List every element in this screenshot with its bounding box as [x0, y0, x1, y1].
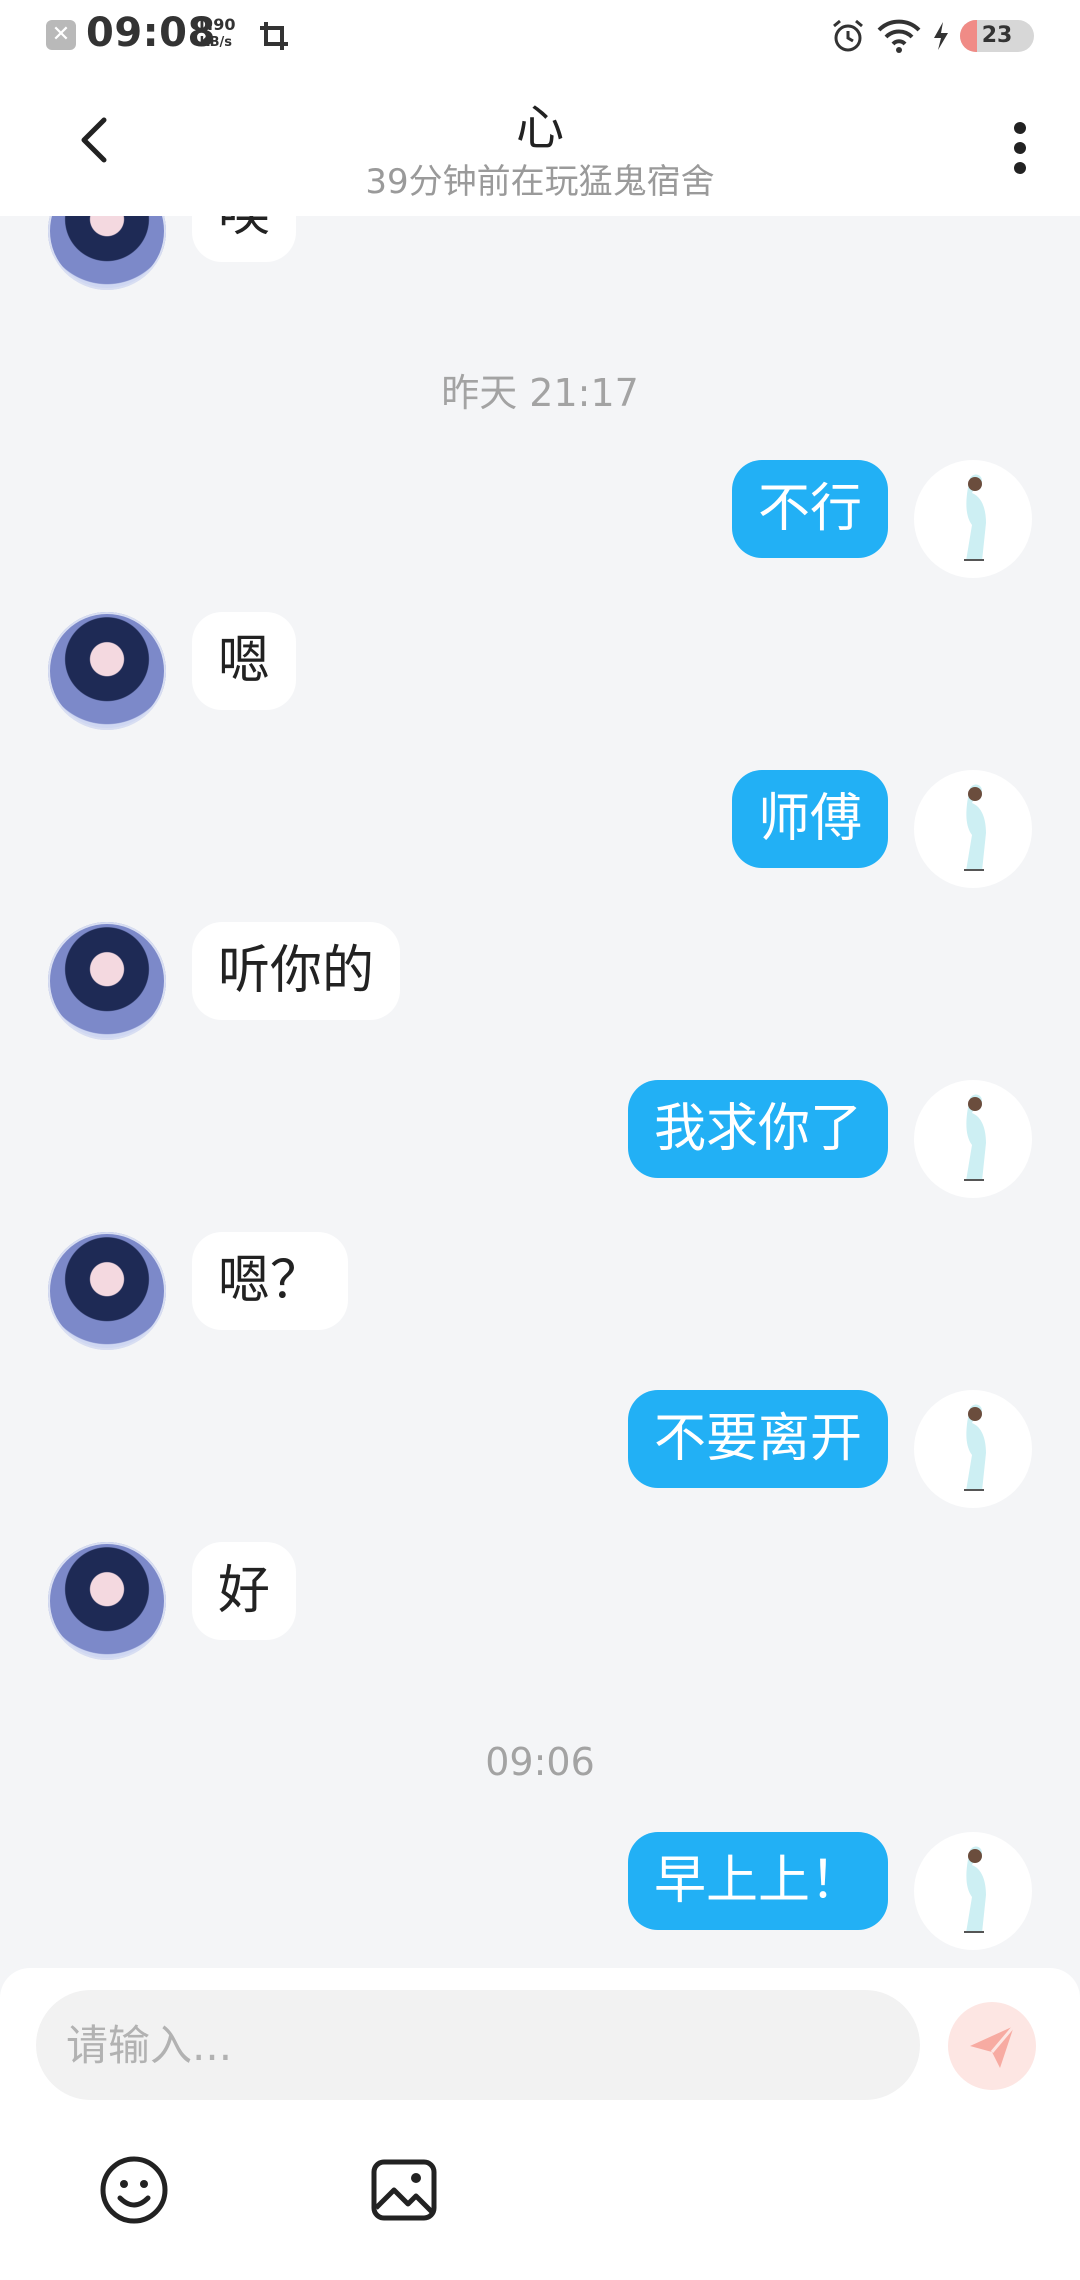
incoming-message[interactable]: 嗯？	[192, 1232, 349, 1330]
contact-avatar[interactable]	[48, 216, 166, 290]
battery-level: 23	[981, 23, 1013, 48]
my-avatar[interactable]	[914, 770, 1032, 888]
incoming-message[interactable]: 好	[192, 1542, 297, 1640]
message-input[interactable]	[36, 1990, 920, 2100]
close-notification-icon: ✕	[46, 20, 76, 50]
my-avatar[interactable]	[914, 1080, 1032, 1198]
my-avatar-illustration	[964, 474, 986, 561]
my-avatar[interactable]	[914, 1832, 1032, 1950]
image-icon[interactable]	[368, 2154, 440, 2226]
my-avatar-illustration	[964, 784, 986, 871]
alarm-icon	[833, 19, 863, 52]
time-separator: 昨天 21:17	[441, 371, 639, 415]
outgoing-message[interactable]: 早上上！	[627, 1832, 888, 1930]
my-avatar-illustration	[964, 1094, 986, 1181]
contact-avatar[interactable]	[48, 1232, 166, 1350]
battery-indicator: 23	[960, 20, 1034, 52]
contact-avatar[interactable]	[48, 922, 166, 1040]
status-bar: ✕ 09:08 1.90 KB/s 23	[0, 0, 1080, 72]
outgoing-message[interactable]: 我求你了	[627, 1080, 888, 1178]
paper-plane-icon	[970, 2025, 1016, 2068]
my-avatar-illustration	[964, 1404, 986, 1491]
outgoing-message[interactable]: 师傅	[731, 770, 888, 868]
message-composer	[0, 1968, 1080, 2280]
contact-name: 心	[515, 100, 564, 156]
status-right-group: 23	[830, 16, 1034, 56]
my-avatar[interactable]	[914, 1390, 1032, 1508]
message-list[interactable]: 唉 昨天 21:17 不行 嗯 师傅 听你的 我求你了 嗯？ 不要离开 好 09…	[0, 216, 1080, 1968]
network-speed: 1.90 KB/s	[196, 16, 235, 52]
time-separator: 09:06	[485, 1740, 595, 1784]
screenshot-icon	[260, 22, 288, 50]
emoji-icon[interactable]	[98, 2154, 170, 2226]
charging-icon	[934, 22, 948, 50]
network-speed-unit: KB/s	[199, 35, 232, 50]
outgoing-message[interactable]: 不行	[731, 460, 888, 558]
incoming-message[interactable]: 嗯	[192, 612, 297, 710]
contact-avatar[interactable]	[48, 1542, 166, 1660]
chat-header: 心 39分钟前在玩猛鬼宿舍	[0, 72, 1080, 216]
more-options-icon[interactable]	[1012, 118, 1028, 178]
incoming-message[interactable]: 唉	[192, 216, 297, 262]
network-speed-value: 1.90	[196, 15, 236, 34]
wifi-icon	[877, 19, 921, 53]
my-avatar[interactable]	[914, 460, 1032, 578]
contact-status: 39分钟前在玩猛鬼宿舍	[365, 162, 715, 202]
incoming-message[interactable]: 听你的	[192, 922, 401, 1020]
send-button[interactable]	[948, 2002, 1036, 2090]
outgoing-message[interactable]: 不要离开	[627, 1390, 888, 1488]
contact-avatar[interactable]	[48, 612, 166, 730]
my-avatar-illustration	[964, 1846, 986, 1933]
